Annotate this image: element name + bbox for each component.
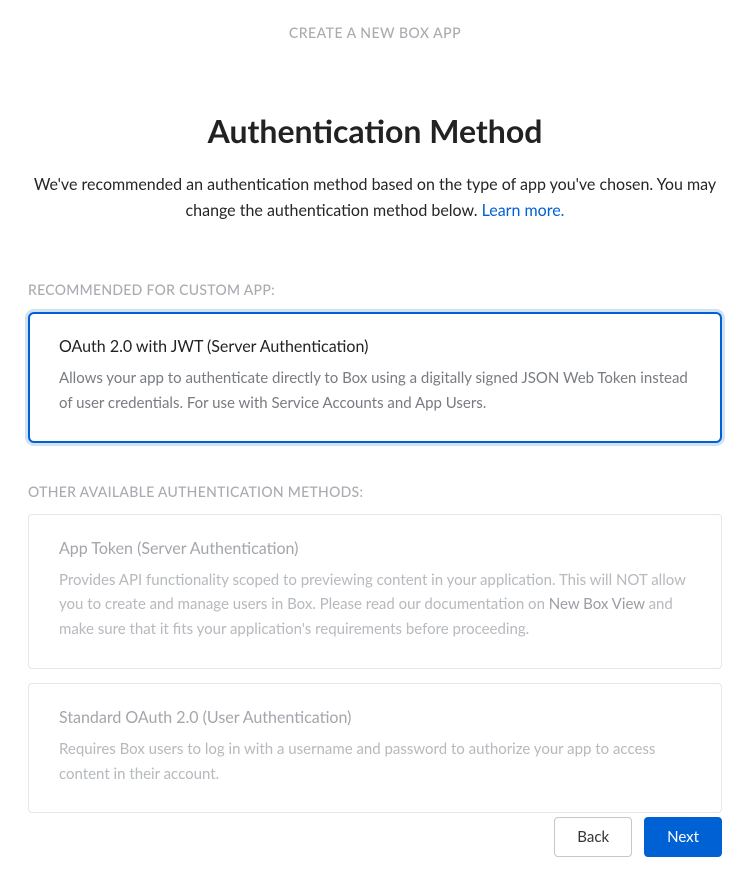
recommended-section-label: RECOMMENDED FOR CUSTOM APP: [28,281,750,298]
option-jwt-desc: Allows your app to authenticate directly… [59,366,691,416]
new-box-view-link[interactable]: New Box View [549,595,645,613]
next-button[interactable]: Next [644,817,722,857]
option-jwt[interactable]: OAuth 2.0 with JWT (Server Authenticatio… [28,312,722,443]
option-app-token[interactable]: App Token (Server Authentication) Provid… [28,514,722,669]
option-oauth[interactable]: Standard OAuth 2.0 (User Authentication)… [28,683,722,814]
learn-more-link[interactable]: Learn more. [482,201,565,220]
subtitle: We've recommended an authentication meth… [0,172,750,223]
back-button[interactable]: Back [554,817,632,857]
option-oauth-title: Standard OAuth 2.0 (User Authentication) [59,708,691,727]
option-app-token-desc: Provides API functionality scoped to pre… [59,568,691,642]
other-section-label: OTHER AVAILABLE AUTHENTICATION METHODS: [28,483,750,500]
page-title: Authentication Method [0,111,750,150]
option-app-token-title: App Token (Server Authentication) [59,539,691,558]
option-oauth-desc: Requires Box users to log in with a user… [59,737,691,787]
option-jwt-title: OAuth 2.0 with JWT (Server Authenticatio… [59,337,691,356]
header-label: CREATE A NEW BOX APP [0,0,750,41]
footer-actions: Back Next [554,817,722,857]
subtitle-text: We've recommended an authentication meth… [34,175,716,220]
